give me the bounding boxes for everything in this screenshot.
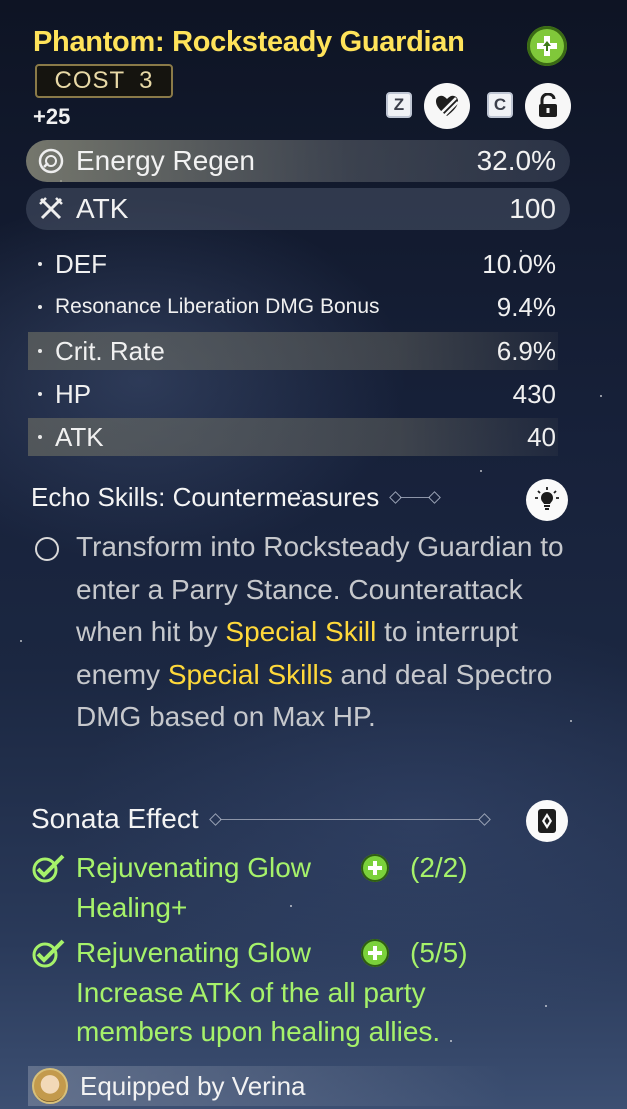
unlock-icon [539, 93, 557, 117]
sub-stat-row: Crit. Rate 6.9% [28, 332, 558, 370]
sonata-plus-icon [361, 854, 389, 882]
key-hint-c: C [487, 92, 513, 118]
sub-stat-value: 9.4% [496, 291, 556, 322]
sonata-info-button[interactable] [526, 800, 568, 842]
divider-ornament [389, 491, 442, 504]
card-icon [538, 809, 556, 833]
star [600, 395, 602, 397]
cost-badge: COST 3 [35, 64, 173, 98]
sonata-name: Rejuvenating Glow [76, 937, 312, 968]
star [20, 640, 22, 642]
main-stat-label: Energy Regen [76, 145, 256, 176]
check-icon [31, 854, 65, 891]
sub-stat-label: DEF [55, 248, 107, 279]
sub-stat-label: Resonance Liberation DMG Bonus [55, 295, 380, 318]
bullet-dot [38, 305, 42, 309]
equipped-label: Equipped by Verina [80, 1070, 306, 1101]
main-stat-energy-regen: Energy Regen 32.0% [26, 140, 570, 182]
main-stat-value: 32.0% [476, 145, 556, 176]
skill-bullet-circle [35, 537, 59, 561]
sonata-plus-icon [361, 939, 389, 967]
sonata-count: (5/5) [410, 937, 468, 968]
key-hint-z: Z [386, 92, 412, 118]
skill-keyword: Special Skill [225, 616, 377, 647]
bullet-dot [38, 262, 42, 266]
skill-hint-button[interactable] [526, 479, 568, 521]
sonata-description: Healing+ [76, 892, 188, 923]
echo-title: Phantom: Rocksteady Guardian [33, 26, 465, 58]
plus-icon [537, 36, 557, 56]
echo-skill-title: Echo Skills: Countermeasures [31, 482, 380, 512]
sonata-heading: Sonata Effect [31, 803, 491, 835]
equipped-by-bar: Equipped by Verina [28, 1066, 508, 1106]
sonata-title: Sonata Effect [31, 803, 199, 834]
cost-value: 3 [139, 67, 154, 94]
cost-label: COST [54, 67, 126, 94]
sub-stat-value: 6.9% [496, 335, 556, 366]
lightbulb-icon [535, 487, 559, 510]
sub-stat-label: HP [55, 378, 92, 409]
bullet-dot [38, 349, 42, 353]
avatar [32, 1068, 68, 1104]
lock-toggle-button[interactable] [525, 83, 571, 129]
sub-stat-label: ATK [55, 421, 104, 452]
main-stat-atk: ATK 100 [26, 188, 570, 230]
sonata-count: (2/2) [410, 852, 468, 883]
discard-icon [436, 95, 459, 116]
star [480, 470, 482, 472]
discard-toggle-button[interactable] [424, 83, 470, 129]
atk-swords-icon [38, 196, 64, 222]
check-icon [31, 939, 65, 976]
echo-skill-heading: Echo Skills: Countermeasures [31, 482, 442, 513]
sonata-effect-2pc: Rejuvenating Glow (2/2) Healing+ [31, 852, 591, 932]
sonata-description: Increase ATK of the all party members up… [76, 977, 441, 1047]
echo-level: +25 [33, 104, 71, 129]
sub-stat-row: HP 430 [28, 375, 558, 413]
bullet-dot [38, 392, 42, 396]
bullet-dot [38, 435, 42, 439]
energy-regen-icon [38, 148, 64, 174]
sub-stat-row: Resonance Liberation DMG Bonus 9.4% [28, 288, 558, 326]
sub-stat-row: DEF 10.0% [28, 245, 558, 283]
sub-stat-value: 40 [527, 421, 556, 452]
sub-stat-label: Crit. Rate [55, 335, 165, 366]
main-stat-label: ATK [76, 193, 129, 224]
echo-skill-description: Transform into Rocksteady Guardian to en… [76, 526, 576, 739]
main-stat-value: 100 [509, 193, 556, 224]
sub-stat-row: ATK 40 [28, 418, 558, 456]
skill-keyword: Special Skills [167, 658, 333, 690]
sub-stat-value: 430 [512, 378, 556, 409]
sub-stat-value: 10.0% [482, 248, 556, 279]
divider-ornament [208, 812, 491, 826]
upgrade-plus-button[interactable] [527, 26, 567, 66]
sonata-name: Rejuvenating Glow [76, 852, 312, 883]
sonata-effect-5pc: Rejuvenating Glow (5/5) Increase ATK of … [31, 937, 591, 1057]
